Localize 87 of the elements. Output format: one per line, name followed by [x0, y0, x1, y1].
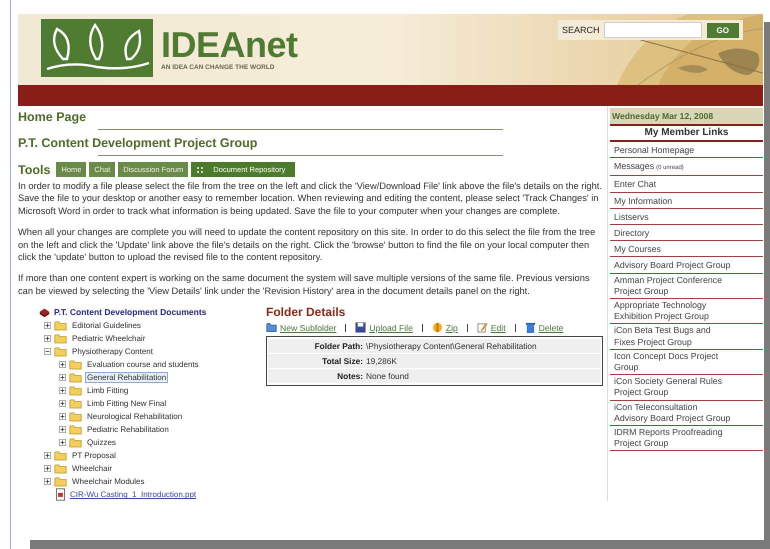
file-link[interactable]: CIR-Wu Casting_1_Introduction.ppt	[70, 490, 196, 500]
tree-item[interactable]: Wheelchair Modules	[70, 476, 146, 488]
folder-icon	[54, 476, 67, 488]
folder-icon	[69, 359, 82, 370]
tree-item[interactable]: Physiotherapy Content	[70, 346, 155, 358]
folder-icon	[69, 372, 82, 384]
expander-icon[interactable]	[44, 348, 51, 356]
expander-icon[interactable]	[59, 413, 66, 420]
action-link[interactable]: Upload File	[369, 322, 413, 333]
folder-icon	[69, 385, 82, 396]
leaves-logo-icon	[41, 19, 153, 77]
member-link[interactable]: Appropriate Technology Exhibition Project Group	[614, 300, 733, 322]
instructions-paragraph: If more than one content expert is working on the same document the system will save multiple versions of the same file. Previous versions can be viewed by selecting the 'View Details' link under the 'Revision History' area in the document details panel on the right.	[18, 272, 591, 298]
tree-item[interactable]: Quizzes	[85, 437, 118, 448]
tree-item[interactable]: General Rehabilitation	[85, 372, 168, 384]
member-links-heading: My Member Links	[610, 126, 763, 142]
member-link[interactable]: Amman Project Conference Project Group	[614, 274, 733, 298]
folder-icon	[69, 411, 82, 422]
date-label: Wednesday Mar 12, 2008	[610, 108, 763, 126]
tree-item[interactable]: PT Proposal	[70, 450, 118, 462]
zip-icon	[432, 322, 443, 334]
folder-icon	[54, 320, 67, 332]
expander-icon[interactable]	[59, 400, 66, 408]
books-icon	[38, 306, 51, 318]
action-link[interactable]: New Subfolder	[280, 322, 336, 333]
tools-label: Tools	[18, 162, 50, 176]
member-link[interactable]: Listservs	[614, 212, 649, 224]
search-field[interactable]	[604, 22, 702, 38]
tree-root-label[interactable]: P.T. Content Development Documents	[54, 307, 206, 318]
expander-icon[interactable]	[44, 335, 51, 342]
tree-item[interactable]: Limb Fitting	[85, 385, 130, 396]
tree-item[interactable]: Pediatric Rehabilitation	[85, 424, 171, 436]
expander-icon[interactable]	[59, 374, 66, 382]
folder-icon	[54, 346, 67, 358]
action-link[interactable]: Delete	[538, 322, 564, 333]
folder-icon	[54, 333, 67, 344]
folder-icon	[266, 322, 277, 334]
field-value: None found	[366, 371, 409, 382]
pencil-page-icon	[476, 322, 488, 334]
member-link[interactable]: My Courses	[614, 244, 661, 256]
action-link[interactable]: Edit	[490, 322, 506, 333]
expander-icon[interactable]	[59, 426, 66, 434]
group-title: P.T. Content Development Project Group	[18, 136, 258, 150]
logo-title: IDEAnet	[161, 26, 298, 64]
member-link[interactable]: iCon Beta Test Bugs and Fixes Project Group	[614, 325, 733, 348]
field-label: Total Size:	[321, 356, 364, 366]
expander-icon[interactable]	[44, 478, 51, 486]
folder-icon	[69, 424, 82, 436]
field-label: Notes:	[336, 371, 364, 382]
member-link[interactable]: Directory	[614, 228, 650, 240]
member-link[interactable]: Advisory Board Project Group	[614, 260, 730, 272]
tree-item[interactable]: Evaluation course and students	[85, 359, 201, 370]
tree-item[interactable]: Editorial Guidelines	[70, 320, 143, 332]
member-link[interactable]: iCon Society General Rules Project Group	[614, 376, 733, 399]
member-link[interactable]: Personal Homepage	[614, 145, 694, 156]
instructions-paragraph: When all your changes are complete you will need to update the content repository on this site. In order to do this select the file from the tree on the left and click the 'Update' link above the file's details on the right. Click the 'browse' button to find the file on your local computer then click the 'update' button to upload the revised file to the content repository.	[18, 226, 596, 264]
tree-item[interactable]: Pediatric Wheelchair	[70, 333, 148, 344]
expander-icon[interactable]	[59, 387, 66, 394]
field-value: \Physiotherapy Content\General Rehabilitation	[366, 341, 537, 352]
expander-icon[interactable]	[59, 439, 66, 446]
trash-icon	[524, 322, 536, 334]
action-link[interactable]: Zip	[446, 322, 458, 333]
folder-details-title: Folder Details	[266, 305, 346, 320]
dots-icon	[197, 166, 204, 172]
folder-icon	[69, 437, 82, 448]
member-link[interactable]: Enter Chat	[614, 179, 656, 191]
tree-item[interactable]: Limb Fitting New Final	[85, 398, 168, 410]
go-button[interactable]: GO	[706, 22, 739, 38]
member-link[interactable]: My Information	[614, 196, 672, 207]
folder-icon	[69, 398, 82, 410]
document-icon	[54, 488, 67, 502]
field-label: Folder Path:	[314, 341, 364, 352]
expander-icon[interactable]	[44, 452, 51, 460]
page-title: Home Page	[18, 110, 88, 124]
expander-icon[interactable]	[59, 361, 66, 368]
member-link[interactable]: iCon Teleconsultation Advisory Board Project Group	[614, 402, 733, 424]
member-link[interactable]: Messages	[614, 161, 654, 172]
expander-icon[interactable]	[44, 322, 51, 330]
field-value: 19,286K	[366, 356, 397, 366]
expander-icon[interactable]	[44, 465, 51, 472]
folder-icon	[54, 463, 67, 474]
member-link[interactable]: IDRM Reports Proofreading Project Group	[614, 427, 733, 450]
search-label: SEARCH	[562, 25, 600, 35]
instructions-paragraph: In order to modify a file please select the file from the tree on the left and click the 'View/Download File' link above the file's details on the right. Save the file to your desktop or another easy to remember location. When reviewing and editing the content, please select 'Track Changes' in Microsoft Word in order to track what information is being updated. Save the file to your computer when your changes are complete.	[18, 180, 603, 218]
tree-item[interactable]: Neurological Rehabilitation	[85, 411, 184, 422]
tree-item[interactable]: Wheelchair	[70, 463, 114, 474]
folder-icon	[54, 450, 67, 462]
